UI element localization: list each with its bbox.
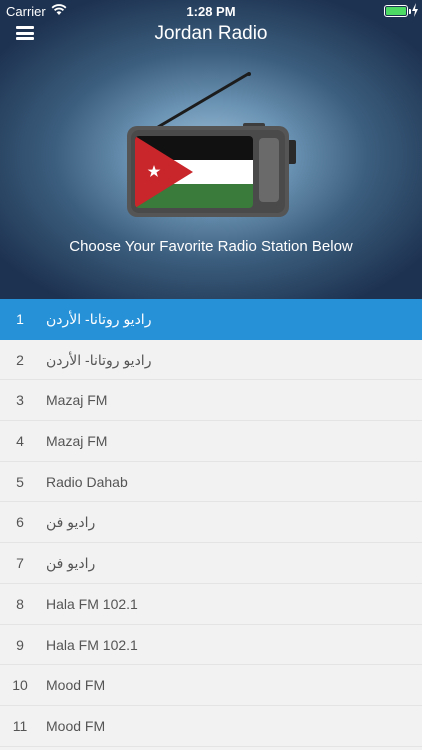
station-name: Hala FM 102.1 (46, 595, 138, 612)
station-row[interactable]: 8 Hala FM 102.1 (0, 583, 422, 625)
station-number: 7 (16, 555, 24, 572)
station-number: 11 (12, 717, 28, 734)
station-row[interactable]: 3 Mazaj FM (0, 380, 422, 422)
station-name: Mood FM (46, 717, 106, 734)
jordan-flag-radio-icon (127, 72, 296, 217)
station-name: راديو فن (46, 514, 96, 531)
station-row[interactable]: 4 Mazaj FM (0, 421, 422, 462)
station-number: 4 (16, 433, 24, 450)
station-number: 5 (16, 473, 24, 490)
station-name: Mood FM (46, 677, 106, 694)
station-row[interactable]: 2 راديو روتانا- الأردن (0, 339, 422, 381)
station-name: راديو روتانا- الأردن (46, 311, 152, 327)
station-name: Radio Dahab (46, 473, 128, 490)
station-row[interactable]: 7 راديو فن (0, 543, 422, 584)
station-row[interactable]: 11 Mood FM (0, 705, 422, 747)
station-name: Mazaj FM (46, 433, 108, 450)
station-name: Mazaj FM (46, 392, 108, 409)
station-number: 6 (16, 514, 24, 531)
station-row[interactable]: 1 راديو روتانا- الأردن (0, 299, 422, 340)
station-number: 2 (16, 351, 24, 368)
station-number: 10 (12, 677, 28, 694)
station-name: Hala FM 102.1 (46, 636, 138, 653)
app-title: Jordan Radio (154, 23, 268, 44)
status-time: 1:28 PM (186, 4, 236, 19)
header-banner: Carrier 1:28 PM Jordan Radio Choose Your… (0, 0, 422, 299)
station-number: 8 (16, 595, 24, 612)
station-list: 1 راديو روتانا- الأردن 2 راديو روتانا- الأر… (0, 299, 422, 750)
station-row[interactable]: 6 راديو فن (0, 502, 422, 544)
station-name: راديو روتانا- الأردن (46, 351, 152, 368)
station-number: 1 (16, 311, 24, 327)
page-subtitle: Choose Your Favorite Radio Station Below (69, 238, 353, 255)
station-row[interactable]: 5 Radio Dahab (0, 461, 422, 503)
status-bar: Carrier 1:28 PM (0, 0, 422, 22)
station-number: 9 (16, 636, 24, 653)
charging-icon (412, 3, 418, 17)
station-row[interactable]: 9 Hala FM 102.1 (0, 624, 422, 666)
station-number: 3 (16, 392, 24, 409)
battery-icon (384, 5, 408, 17)
station-row[interactable]: 10 Mood FM (0, 665, 422, 706)
station-name: راديو فن (46, 555, 96, 572)
